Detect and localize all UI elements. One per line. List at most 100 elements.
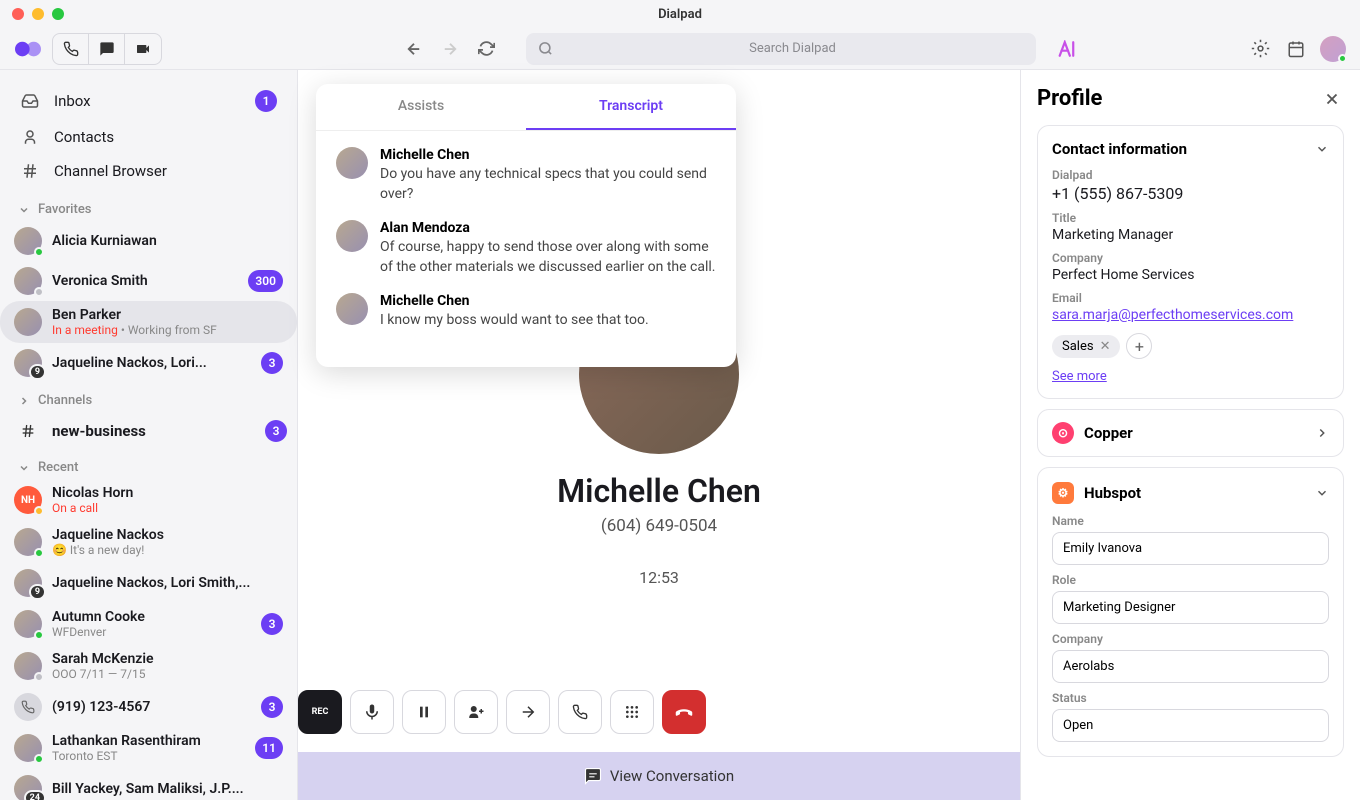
section-channels[interactable]: Channels [0,383,297,412]
favorite-contact[interactable]: Alicia Kurniawan [0,221,297,261]
see-more-link[interactable]: See more [1052,369,1107,384]
field-label: Email [1052,291,1329,305]
chevron-down-icon[interactable] [1315,486,1329,500]
transcript-message: Alan MendozaOf course, happy to send tho… [336,220,716,277]
chat-icon [584,767,602,785]
avatar [14,693,42,721]
refresh-button[interactable] [474,37,498,61]
section-recent[interactable]: Recent [0,450,297,479]
favorite-contact[interactable]: Ben ParkerIn a meeting • Working from SF [0,301,297,343]
recent-contact[interactable]: Sarah McKenzieOOO 7/11 — 7/15 [0,645,297,687]
avatar [14,652,42,680]
section-favorites[interactable]: Favorites [0,192,297,221]
view-conversation-button[interactable]: View Conversation [298,752,1020,800]
message-button[interactable] [89,34,125,64]
contact-status: OOO 7/11 — 7/15 [52,667,283,681]
avatar [14,227,42,255]
tag-sales[interactable]: Sales✕ [1052,335,1120,358]
email-link[interactable]: sara.marja@perfecthomeservices.com [1052,307,1293,323]
settings-icon[interactable] [1248,37,1272,61]
topnav-right [1248,36,1346,62]
recent-contact[interactable]: Jaqueline Nackos😊 It's a new day! [0,521,297,563]
calendar-icon[interactable] [1284,37,1308,61]
field-label: Company [1052,251,1329,265]
sidebar-nav-contacts[interactable]: Contacts [10,120,287,154]
search-bar[interactable]: Search Dialpad [526,33,1036,65]
maximize-window-button[interactable] [52,8,64,20]
badge: 300 [248,270,283,292]
mute-button[interactable] [350,690,394,734]
dialpad-button[interactable] [610,690,654,734]
profile-title: Profile [1037,86,1102,111]
window-title: Dialpad [658,7,702,22]
ai-badge[interactable] [1058,40,1080,58]
hash-icon [20,162,40,180]
favorite-contact[interactable]: Veronica Smith300 [0,261,297,301]
user-avatar[interactable] [1320,36,1346,62]
record-button[interactable]: REC [298,690,342,734]
tab-assists[interactable]: Assists [316,84,526,130]
recent-contact[interactable]: (919) 123-45673 [0,687,297,727]
window-titlebar: Dialpad [0,0,1360,28]
add-participant-button[interactable] [454,690,498,734]
recent-contact[interactable]: Lathankan RasenthiramToronto EST11 [0,727,297,769]
hash-icon [18,423,38,439]
transcript-panel: Assists Transcript Michelle ChenDo you h… [316,84,736,367]
field-value: +1 (555) 867-5309 [1052,184,1329,203]
avatar [336,147,368,179]
back-button[interactable] [402,37,426,61]
speaker-name: Alan Mendoza [380,220,716,236]
hubspot-role-input[interactable] [1052,591,1329,624]
add-tag-button[interactable]: + [1126,333,1152,359]
avatar [14,610,42,638]
speaker-name: Michelle Chen [380,293,649,309]
close-panel-button[interactable] [1320,87,1344,111]
top-nav: Search Dialpad [0,28,1360,70]
recent-contact[interactable]: 9Jaqueline Nackos, Lori Smith,... [0,563,297,603]
avatar [14,308,42,336]
transfer-button[interactable] [506,690,550,734]
contact-name: Lathankan Rasenthiram [52,733,245,749]
close-window-button[interactable] [12,8,24,20]
avatar [14,528,42,556]
forward-button[interactable] [438,37,462,61]
recent-contact[interactable]: NHNicolas HornOn a call [0,479,297,521]
hold-button[interactable] [402,690,446,734]
avatar: NH [14,486,42,514]
presence-dot [34,247,44,257]
copper-card[interactable]: ⊙ Copper [1037,409,1344,457]
transcript-message: Michelle ChenI know my boss would want t… [336,293,716,331]
remove-tag-icon[interactable]: ✕ [1100,339,1111,354]
call-screen: Assists Transcript Michelle ChenDo you h… [298,70,1020,800]
call-button[interactable] [53,34,89,64]
badge: 3 [265,420,287,442]
sidebar-nav-channel-browser[interactable]: Channel Browser [10,154,287,188]
favorite-contact[interactable]: 9Jaqueline Nackos, Lori...3 [0,343,297,383]
avatar [14,734,42,762]
call-controls: REC [298,690,1020,734]
hubspot-name-input[interactable] [1052,532,1329,565]
hubspot-status-input[interactable] [1052,709,1329,742]
field-label: Dialpad [1052,168,1329,182]
tab-transcript[interactable]: Transcript [526,84,736,130]
caller-name: Michelle Chen [557,472,761,510]
recent-contact[interactable]: 24Bill Yackey, Sam Maliksi, J.P.... [0,769,297,800]
search-icon [538,41,553,56]
field-label: Status [1052,691,1329,705]
channel-item[interactable]: new-business 3 [0,412,297,450]
hubspot-icon: ⚙ [1052,482,1074,504]
video-button[interactable] [125,34,161,64]
avatar [14,267,42,295]
sidebar-nav-inbox[interactable]: Inbox 1 [10,82,287,120]
app-logo[interactable] [14,35,42,63]
minimize-window-button[interactable] [32,8,44,20]
call-options-button[interactable] [558,690,602,734]
recent-contact[interactable]: Autumn CookeWFDenver3 [0,603,297,645]
chevron-down-icon[interactable] [1315,142,1329,156]
hangup-button[interactable] [662,690,706,734]
hubspot-company-input[interactable] [1052,650,1329,683]
presence-dot [34,754,44,764]
hubspot-card: ⚙ Hubspot Name Role Company Status [1037,467,1344,757]
contact-info-card: Contact information Dialpad +1 (555) 867… [1037,125,1344,399]
contact-name: Ben Parker [52,307,283,323]
